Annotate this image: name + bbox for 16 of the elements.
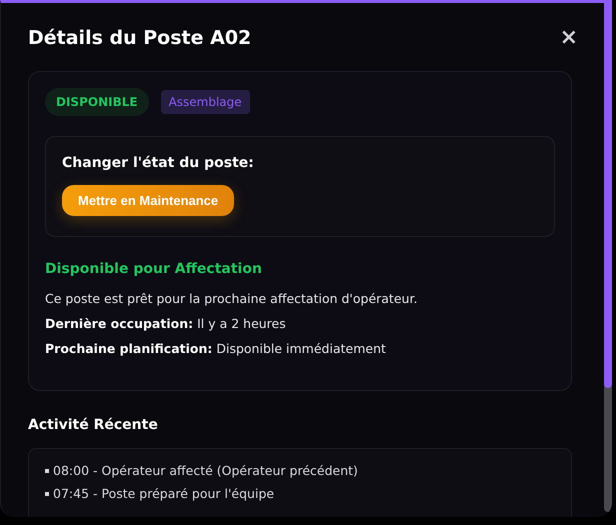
modal-title: Détails du Poste A02 — [28, 27, 252, 49]
info-text: Prochaine planification: Disponible immédiatement — [45, 341, 387, 356]
close-button[interactable]: × — [554, 27, 584, 49]
category-tag: Assemblage — [160, 90, 250, 114]
availability-heading: Disponible pour Affectation — [45, 261, 263, 277]
activity-entry: 07:45 - Poste préparé pour l'équipe — [53, 486, 274, 501]
info-text: Dernière occupation: Il y a 2 heures — [45, 316, 287, 331]
bullet-icon — [45, 468, 49, 472]
activity-heading: Activité Récente — [28, 417, 159, 433]
bullet-icon — [45, 492, 49, 496]
status-badge: DISPONIBLE — [45, 88, 149, 116]
scrollbar-thumb[interactable] — [604, 3, 612, 388]
state-label: Changer l'état du poste: — [62, 155, 255, 171]
activity-entry: 08:00 - Opérateur affecté (Opérateur précédent) — [53, 463, 358, 478]
info-text: Ce poste est prêt pour la prochaine affectation d'opérateur. — [45, 291, 418, 306]
scrollbar[interactable] — [604, 3, 612, 512]
